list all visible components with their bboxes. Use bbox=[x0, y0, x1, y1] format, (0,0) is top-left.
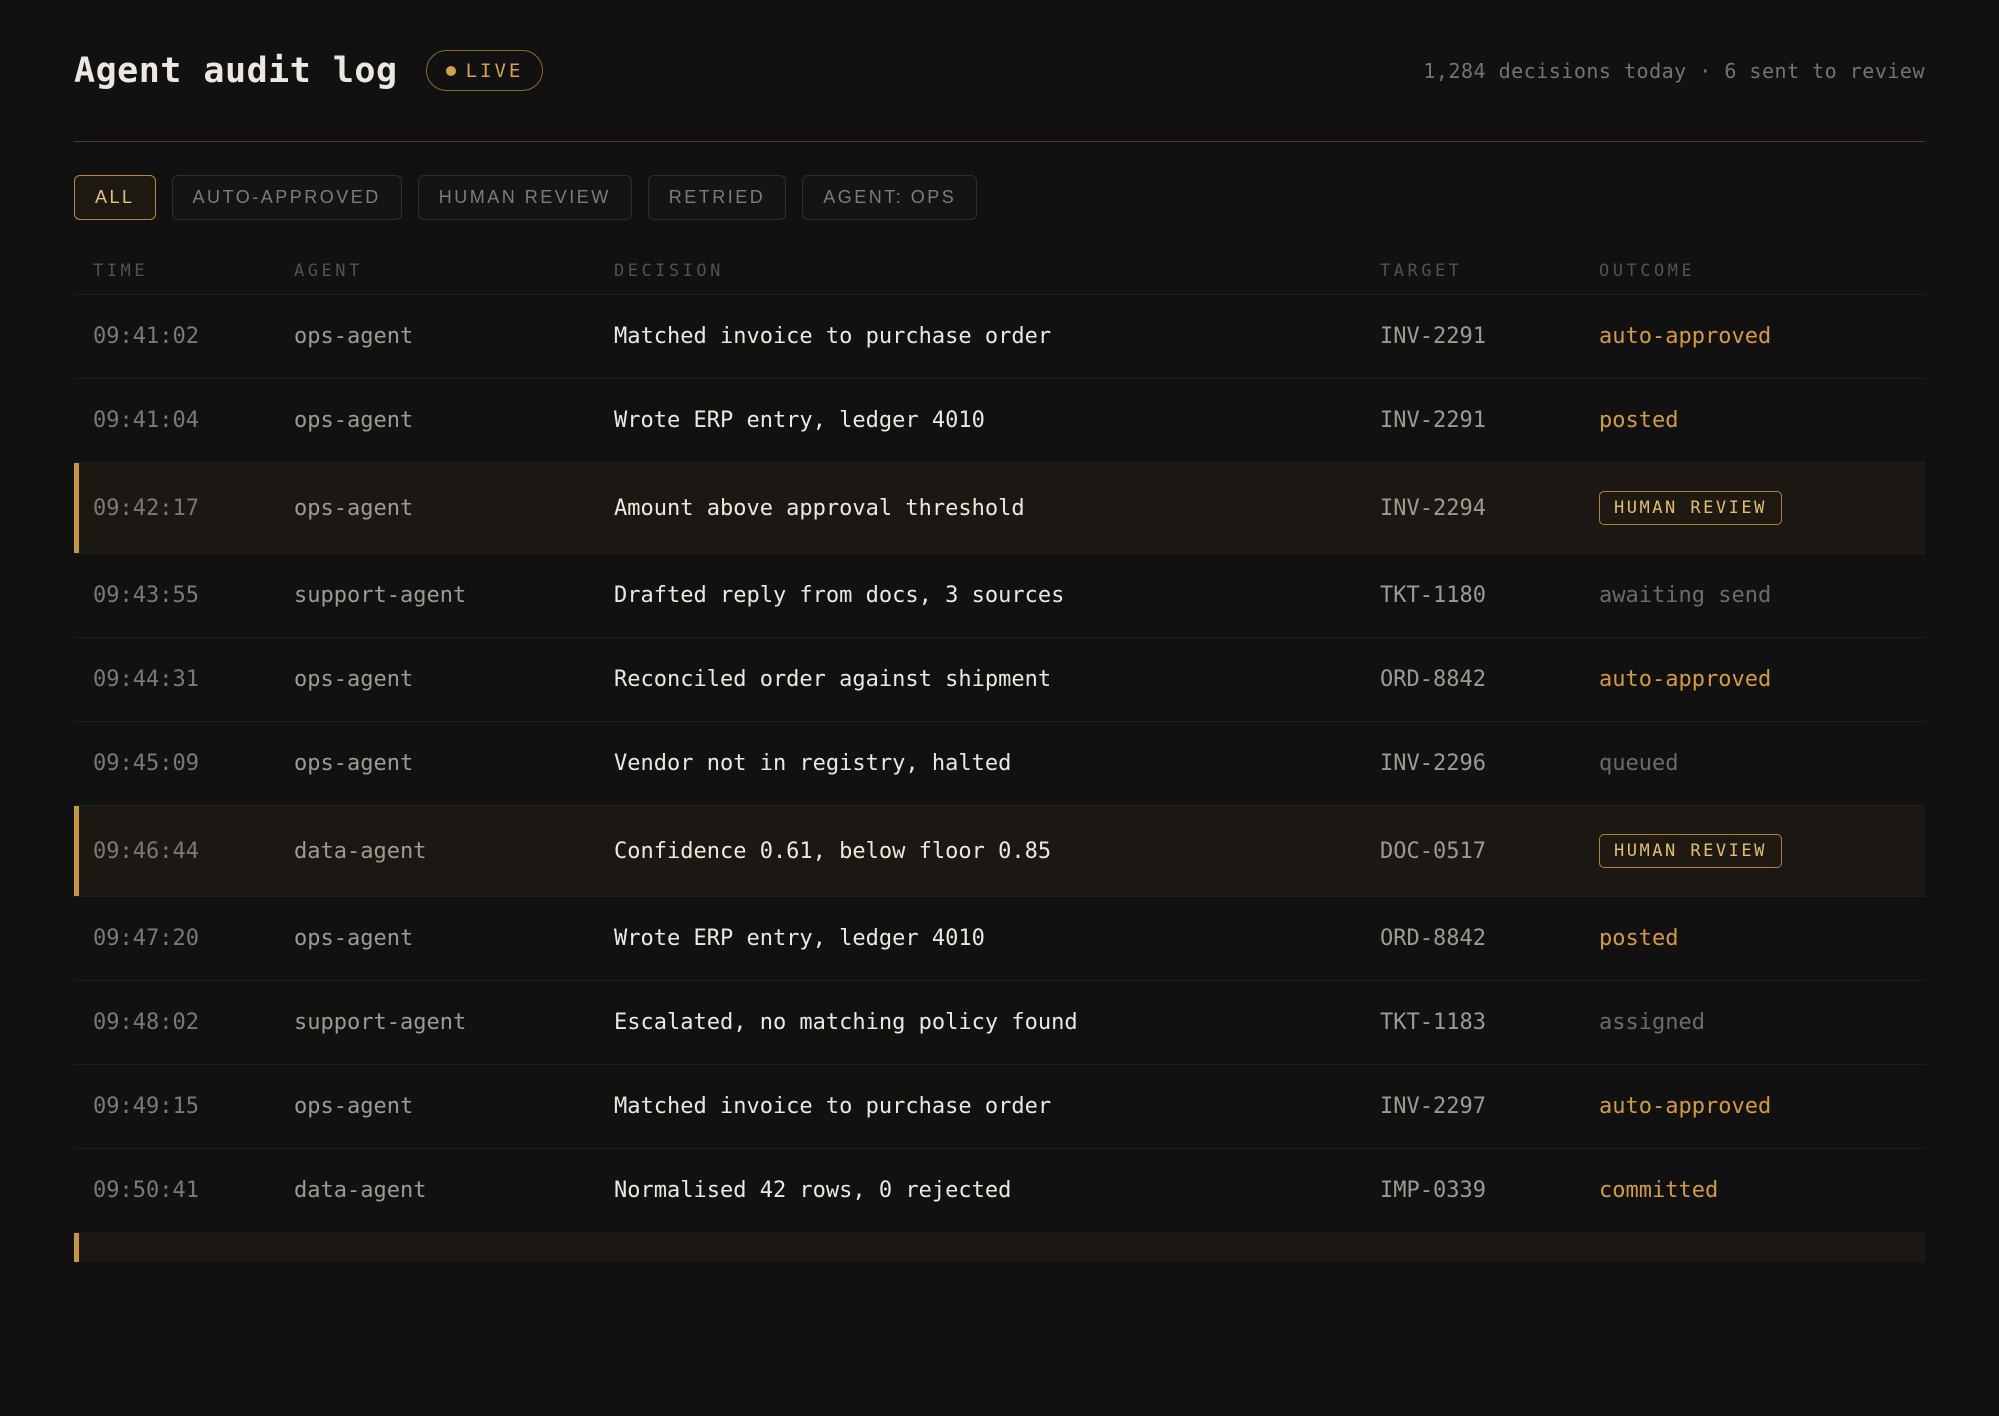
cell-time: 09:41:04 bbox=[93, 408, 199, 433]
cell-target: INV-2296 bbox=[1380, 751, 1486, 776]
decision-summary: 1,284 decisions today · 6 sent to review bbox=[1423, 58, 1925, 83]
cell-agent: ops-agent bbox=[294, 324, 414, 349]
table-body: 09:41:02 ops-agent Matched invoice to purc… bbox=[74, 295, 1925, 1233]
table-row-partial[interactable] bbox=[74, 1233, 1925, 1262]
cell-target: TKT-1183 bbox=[1380, 1010, 1486, 1035]
cell-target: IMP-0339 bbox=[1380, 1178, 1486, 1203]
live-label: LIVE bbox=[465, 59, 524, 82]
cell-decision: Wrote ERP entry, ledger 4010 bbox=[614, 926, 985, 951]
cell-outcome: committed bbox=[1599, 1178, 1719, 1203]
table-row[interactable]: 09:41:02 ops-agent Matched invoice to purc… bbox=[74, 295, 1925, 379]
filter-all[interactable]: ALL bbox=[74, 175, 156, 220]
cell-agent: support-agent bbox=[294, 583, 467, 608]
cell-time: 09:50:41 bbox=[93, 1178, 199, 1203]
filter-agent-ops[interactable]: AGENT: OPS bbox=[802, 175, 978, 220]
table-row[interactable]: 09:48:02 support-agent Escalated, no match… bbox=[74, 981, 1925, 1065]
cell-outcome: auto-approved bbox=[1599, 1094, 1772, 1119]
cell-agent: data-agent bbox=[294, 838, 427, 864]
cell-time: 09:48:02 bbox=[93, 1010, 199, 1035]
human-review-badge: HUMAN REVIEW bbox=[1599, 834, 1782, 868]
live-badge: LIVE bbox=[425, 50, 544, 91]
filter-human-review[interactable]: HUMAN REVIEW bbox=[417, 175, 632, 220]
human-review-badge: HUMAN REVIEW bbox=[1599, 491, 1782, 525]
cell-outcome: posted bbox=[1599, 408, 1679, 433]
audit-log-page: Agent audit log LIVE 1,284 decisions tod… bbox=[74, 0, 1925, 1262]
cell-outcome: HUMAN REVIEW bbox=[1599, 834, 1925, 868]
filter-bar: ALL AUTO-APPROVED HUMAN REVIEW RETRIED A… bbox=[74, 175, 1925, 220]
cell-time: 09:46:44 bbox=[93, 838, 199, 864]
cell-time: 09:45:09 bbox=[93, 751, 199, 776]
cell-agent: support-agent bbox=[294, 1010, 467, 1035]
filter-retried[interactable]: RETRIED bbox=[647, 175, 787, 220]
table-header: TIME AGENT DECISION TARGET OUTCOME bbox=[74, 247, 1925, 295]
cell-agent: ops-agent bbox=[294, 408, 414, 433]
cell-agent: data-agent bbox=[294, 1178, 427, 1203]
cell-outcome: auto-approved bbox=[1599, 667, 1772, 692]
cell-target: DOC-0517 bbox=[1380, 838, 1486, 864]
cell-target: INV-2291 bbox=[1380, 408, 1486, 433]
table-row[interactable]: 09:46:44 data-agent Confidence 0.61, below… bbox=[74, 806, 1925, 897]
column-header-agent: AGENT bbox=[294, 260, 363, 281]
cell-agent: ops-agent bbox=[294, 495, 414, 521]
table-row[interactable]: 09:50:41 data-agent Normalised 42 rows, 0 … bbox=[74, 1149, 1925, 1233]
cell-target: ORD-8842 bbox=[1380, 926, 1486, 951]
cell-decision: Wrote ERP entry, ledger 4010 bbox=[614, 408, 985, 433]
cell-target: ORD-8842 bbox=[1380, 667, 1486, 692]
cell-decision: Confidence 0.61, below floor 0.85 bbox=[614, 838, 1052, 864]
cell-outcome: posted bbox=[1599, 926, 1679, 951]
cell-time: 09:47:20 bbox=[93, 926, 199, 951]
column-header-target: TARGET bbox=[1380, 260, 1463, 281]
filter-auto-approved[interactable]: AUTO-APPROVED bbox=[171, 175, 402, 220]
cell-decision: Matched invoice to purchase order bbox=[614, 324, 1052, 349]
header-left: Agent audit log LIVE bbox=[74, 50, 544, 91]
cell-time: 09:41:02 bbox=[93, 324, 199, 349]
cell-target: INV-2297 bbox=[1380, 1094, 1486, 1119]
column-header-outcome: OUTCOME bbox=[1599, 260, 1696, 281]
cell-agent: ops-agent bbox=[294, 926, 414, 951]
table-row[interactable]: 09:47:20 ops-agent Wrote ERP entry, ledger… bbox=[74, 897, 1925, 981]
cell-decision: Matched invoice to purchase order bbox=[614, 1094, 1052, 1119]
cell-decision: Drafted reply from docs, 3 sources bbox=[614, 583, 1065, 608]
table-row[interactable]: 09:45:09 ops-agent Vendor not in registry,… bbox=[74, 722, 1925, 806]
cell-target: INV-2294 bbox=[1380, 495, 1486, 521]
cell-outcome: HUMAN REVIEW bbox=[1599, 491, 1925, 525]
cell-time: 09:44:31 bbox=[93, 667, 199, 692]
cell-agent: ops-agent bbox=[294, 751, 414, 776]
cell-decision: Amount above approval threshold bbox=[614, 495, 1025, 521]
cell-outcome: auto-approved bbox=[1599, 324, 1772, 349]
table-row[interactable]: 09:44:31 ops-agent Reconciled order agains… bbox=[74, 638, 1925, 722]
audit-table: TIME AGENT DECISION TARGET OUTCOME 09:41… bbox=[74, 247, 1925, 1262]
page-title: Agent audit log bbox=[74, 50, 398, 91]
cell-target: INV-2291 bbox=[1380, 324, 1486, 349]
table-row[interactable]: 09:41:04 ops-agent Wrote ERP entry, ledger… bbox=[74, 379, 1925, 463]
cell-time: 09:49:15 bbox=[93, 1094, 199, 1119]
cell-decision: Vendor not in registry, halted bbox=[614, 751, 1012, 776]
cell-agent: ops-agent bbox=[294, 1094, 414, 1119]
live-dot-icon bbox=[445, 65, 456, 76]
cell-decision: Escalated, no matching policy found bbox=[614, 1010, 1078, 1035]
cell-target: TKT-1180 bbox=[1380, 583, 1486, 608]
cell-decision: Reconciled order against shipment bbox=[614, 667, 1052, 692]
header: Agent audit log LIVE 1,284 decisions tod… bbox=[74, 0, 1925, 142]
cell-outcome: queued bbox=[1599, 751, 1679, 776]
column-header-decision: DECISION bbox=[614, 260, 724, 281]
cell-decision: Normalised 42 rows, 0 rejected bbox=[614, 1178, 1012, 1203]
table-row[interactable]: 09:42:17 ops-agent Amount above approval t… bbox=[74, 463, 1925, 554]
cell-time: 09:42:17 bbox=[93, 495, 199, 521]
table-row[interactable]: 09:43:55 support-agent Drafted reply from … bbox=[74, 554, 1925, 638]
table-row[interactable]: 09:49:15 ops-agent Matched invoice to purc… bbox=[74, 1065, 1925, 1149]
cell-time: 09:43:55 bbox=[93, 583, 199, 608]
column-header-time: TIME bbox=[93, 260, 148, 281]
cell-outcome: assigned bbox=[1599, 1010, 1705, 1035]
cell-agent: ops-agent bbox=[294, 667, 414, 692]
cell-outcome: awaiting send bbox=[1599, 583, 1772, 608]
